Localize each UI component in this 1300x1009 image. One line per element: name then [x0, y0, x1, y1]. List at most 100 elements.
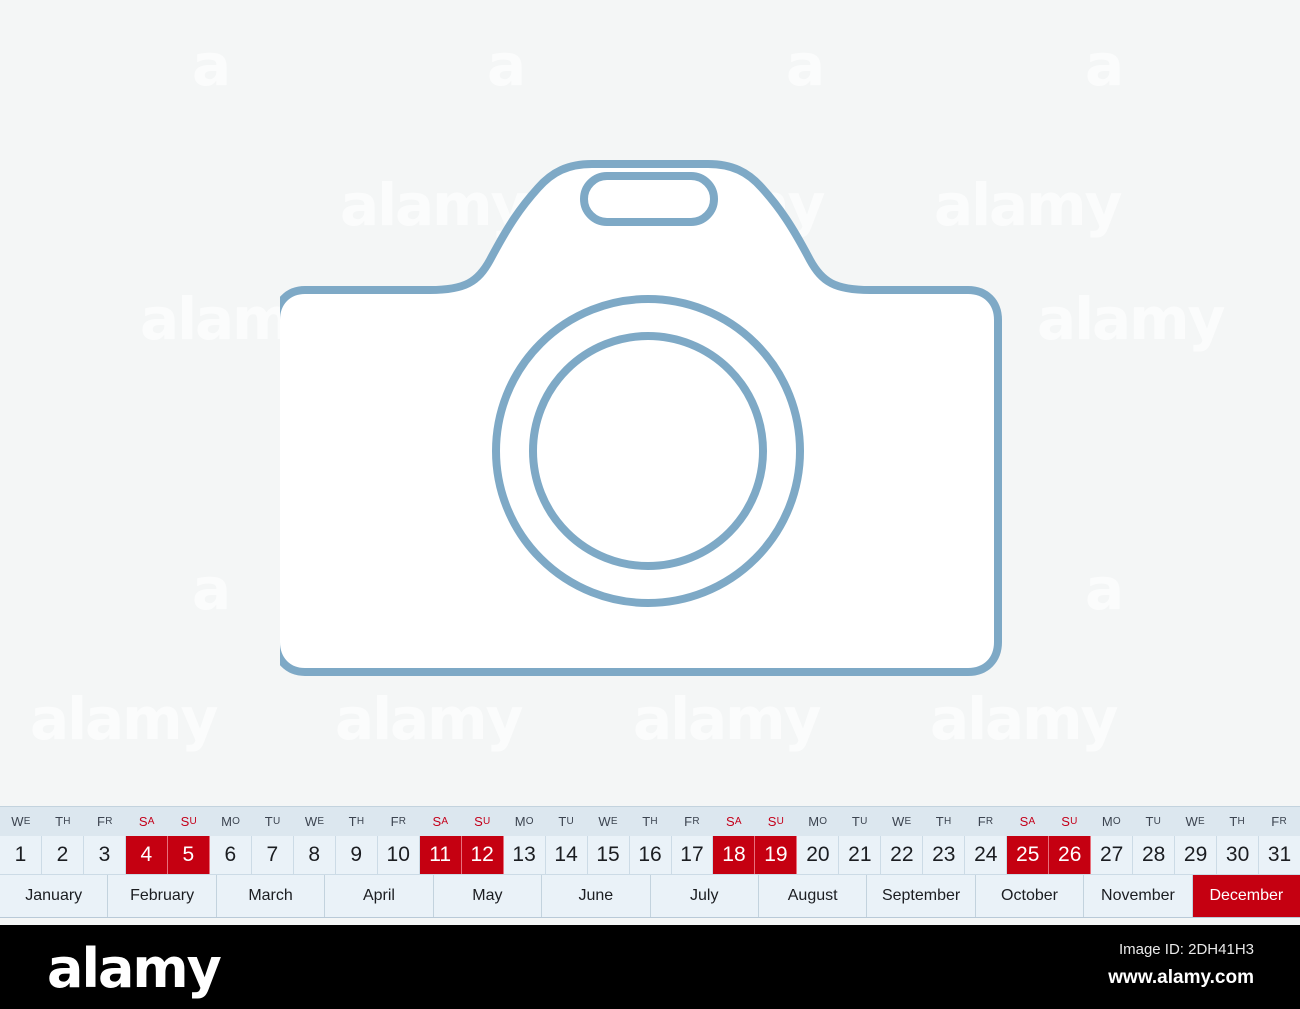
weekday-initial: F — [977, 814, 986, 829]
weekday-suffix: A — [147, 816, 155, 827]
calendar-day-cell[interactable]: 7 — [252, 836, 294, 874]
calendar-day-cell[interactable]: 13 — [504, 836, 546, 874]
calendar-day-cell[interactable]: 18 — [713, 836, 756, 874]
month-tab-february[interactable]: February — [108, 875, 217, 917]
weekday-header-cell: WE — [0, 807, 42, 836]
weekday-header-cell: TH — [336, 807, 378, 836]
weekday-header-cell: MO — [1090, 807, 1132, 836]
calendar-day-cell[interactable]: 21 — [839, 836, 882, 874]
weekday-header-cell: MO — [503, 807, 545, 836]
month-tab-march[interactable]: March — [217, 875, 326, 917]
weekday-initial: T — [264, 814, 273, 829]
weekday-header-cell: FR — [671, 807, 713, 836]
weekday-header-cell: SA — [419, 807, 461, 836]
weekday-initial: W — [891, 814, 905, 829]
calendar-day-cell[interactable]: 16 — [630, 836, 672, 874]
calendar-day-cell[interactable]: 6 — [210, 836, 252, 874]
weekday-suffix: U — [483, 816, 491, 827]
calendar-day-cell[interactable]: 27 — [1091, 836, 1134, 874]
weekday-initial: T — [935, 814, 944, 829]
weekday-suffix: E — [610, 816, 618, 827]
calendar-day-cell[interactable]: 17 — [672, 836, 714, 874]
weekday-suffix: R — [692, 816, 700, 827]
weekday-suffix: R — [1279, 816, 1287, 827]
weekday-suffix: A — [734, 816, 742, 827]
alamy-watermark: alamy — [930, 685, 1118, 753]
weekday-suffix: R — [985, 816, 994, 827]
calendar-day-cell[interactable]: 9 — [336, 836, 378, 874]
calendar-day-cell[interactable]: 1 — [0, 836, 42, 874]
alamy-watermark: a — [487, 31, 526, 99]
weekday-suffix: H — [943, 816, 952, 827]
calendar-day-cell[interactable]: 30 — [1217, 836, 1260, 874]
calendar-day-cell[interactable]: 28 — [1133, 836, 1176, 874]
weekday-suffix: E — [23, 816, 31, 827]
month-tab-october[interactable]: October — [976, 875, 1085, 917]
month-tab-july[interactable]: July — [651, 875, 759, 917]
weekday-suffix: A — [441, 816, 449, 827]
weekday-header-cell: MO — [797, 807, 839, 836]
weekday-header-cell: FR — [84, 807, 126, 836]
calendar-day-cell[interactable]: 2 — [42, 836, 84, 874]
calendar-day-cell[interactable]: 15 — [588, 836, 630, 874]
month-tab-june[interactable]: June — [542, 875, 651, 917]
alamy-watermark: alamy — [30, 685, 218, 753]
weekday-header-cell: FR — [1258, 807, 1300, 836]
camera-outline-icon — [272, 130, 1020, 690]
calendar-day-cell[interactable]: 14 — [546, 836, 588, 874]
month-tab-may[interactable]: May — [434, 875, 543, 917]
calendar-day-cell[interactable]: 23 — [923, 836, 966, 874]
camera-viewfinder-shape — [580, 172, 718, 226]
weekday-initial: S — [1061, 814, 1071, 829]
alamy-watermark: a — [786, 31, 825, 99]
weekday-header-cell: WE — [881, 807, 923, 836]
alamy-watermark: a — [192, 31, 231, 99]
weekday-initial: S — [180, 814, 190, 829]
calendar-day-cell[interactable]: 10 — [378, 836, 420, 874]
weekday-initial: T — [558, 814, 567, 829]
calendar-day-cell[interactable]: 26 — [1049, 836, 1092, 874]
month-tab-january[interactable]: January — [0, 875, 109, 917]
weekday-header-cell: MO — [210, 807, 252, 836]
calendar-day-cell[interactable]: 29 — [1175, 836, 1218, 874]
weekday-suffix: H — [63, 816, 71, 827]
weekday-initial: T — [1229, 814, 1238, 829]
weekday-suffix: H — [1237, 816, 1245, 827]
calendar-day-cell[interactable]: 24 — [965, 836, 1008, 874]
calendar-day-cell[interactable]: 11 — [419, 836, 462, 874]
weekday-initial: S — [767, 814, 777, 829]
month-tab-november[interactable]: November — [1084, 875, 1193, 917]
month-tab-september[interactable]: September — [867, 875, 976, 917]
calendar-day-cell[interactable]: 3 — [84, 836, 126, 874]
weekday-header-cell: SU — [755, 807, 797, 836]
calendar-day-cell[interactable]: 31 — [1259, 836, 1300, 874]
weekday-suffix: O — [525, 816, 534, 827]
calendar-day-cell[interactable]: 8 — [294, 836, 336, 874]
calendar-day-cell[interactable]: 25 — [1007, 836, 1050, 874]
month-tab-april[interactable]: April — [325, 875, 434, 917]
alamy-logo: alamy — [47, 937, 222, 1000]
calendar-day-cell[interactable]: 20 — [797, 836, 840, 874]
weekday-initial: S — [1019, 814, 1029, 829]
alamy-watermark: a — [1085, 555, 1124, 623]
calendar-day-cell[interactable]: 19 — [755, 836, 798, 874]
weekday-header-row: WETHFRSASUMOTUWETHFRSASUMOTUWETHFRSASUMO… — [0, 806, 1300, 836]
calendar-strip: WETHFRSASUMOTUWETHFRSASUMOTUWETHFRSASUMO… — [0, 806, 1300, 918]
calendar-day-cell[interactable]: 22 — [881, 836, 924, 874]
month-tab-december[interactable]: December — [1192, 875, 1300, 917]
alamy-watermark: a — [1085, 31, 1124, 99]
weekday-initial: W — [304, 814, 318, 829]
calendar-day-cell[interactable]: 5 — [167, 836, 210, 874]
alamy-footer-bar: alamy Image ID: 2DH41H3 www.alamy.com — [0, 925, 1300, 1009]
calendar-day-cell[interactable]: 12 — [461, 836, 504, 874]
weekday-header-cell: WE — [587, 807, 629, 836]
weekday-initial: M — [1101, 814, 1113, 829]
weekday-suffix: E — [317, 816, 325, 827]
weekday-header-cell: SA — [1007, 807, 1049, 836]
weekday-suffix: A — [1028, 816, 1036, 827]
month-tab-august[interactable]: August — [759, 875, 868, 917]
weekday-header-cell: TH — [923, 807, 965, 836]
weekday-suffix: O — [232, 816, 241, 827]
weekday-suffix: E — [1198, 816, 1205, 827]
calendar-day-cell[interactable]: 4 — [125, 836, 168, 874]
